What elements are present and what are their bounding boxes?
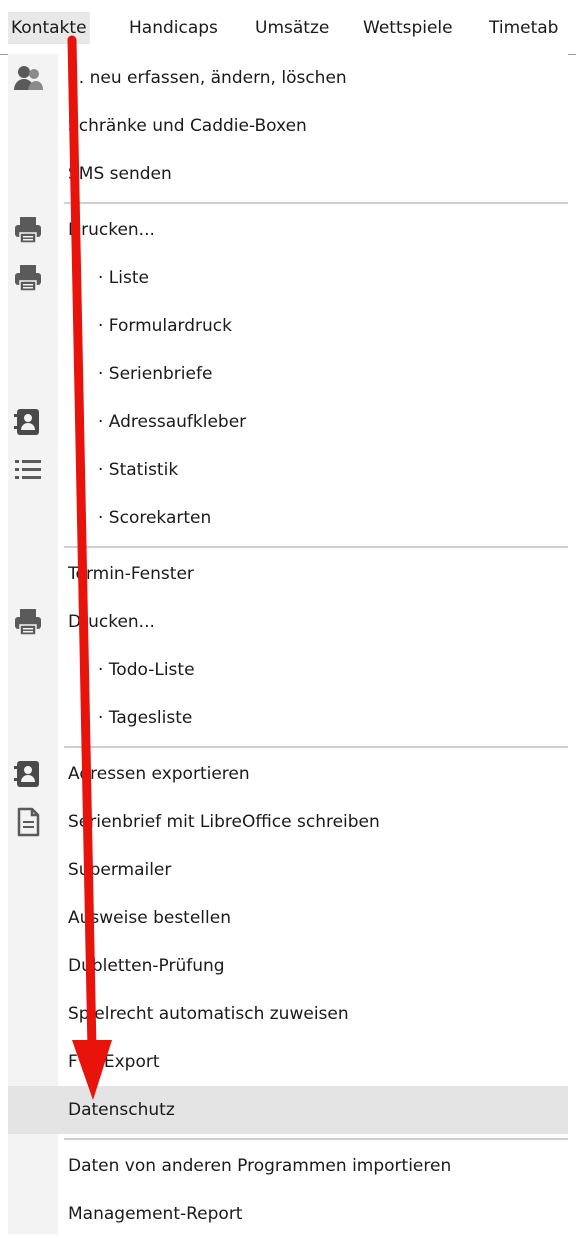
red-arrow-annotation [67,35,112,1100]
